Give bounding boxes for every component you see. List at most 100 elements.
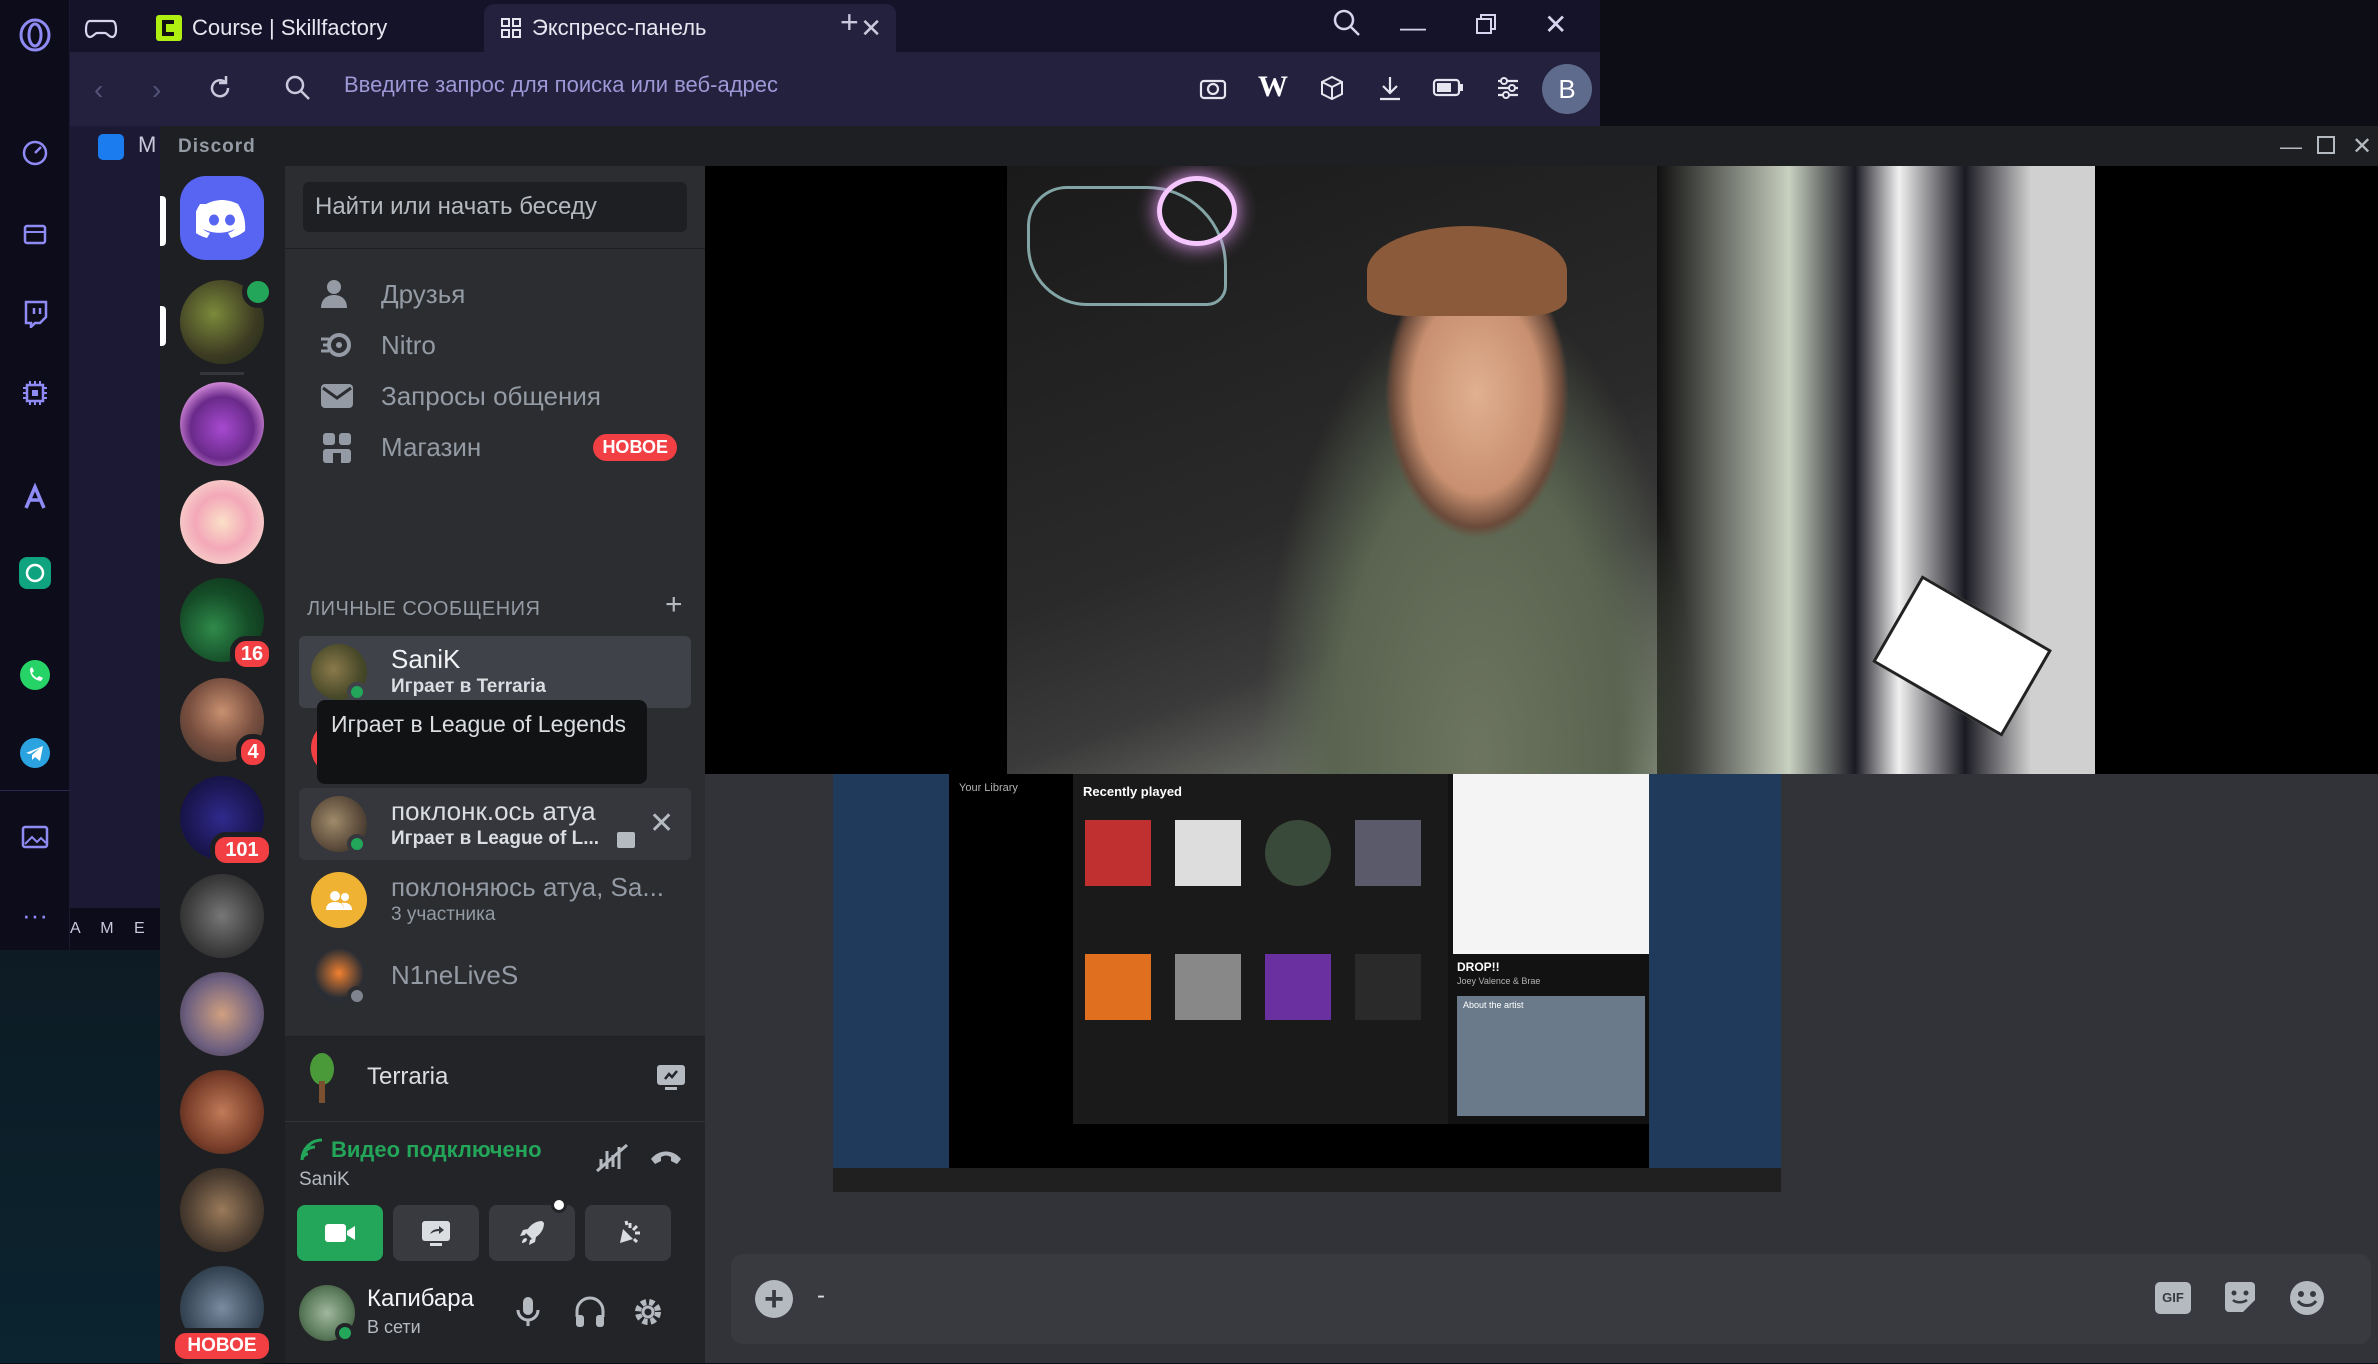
snapshot-icon[interactable] bbox=[1198, 74, 1228, 102]
restore-icon[interactable] bbox=[1474, 12, 1498, 36]
more-icon[interactable]: ··· bbox=[18, 898, 52, 932]
chatgpt-icon[interactable] bbox=[18, 556, 52, 590]
reload-icon[interactable] bbox=[206, 74, 234, 102]
now-playing-title: DROP!! bbox=[1457, 960, 1500, 974]
screen-share-icon bbox=[422, 1221, 450, 1246]
battery-saver-icon[interactable] bbox=[1432, 76, 1464, 100]
unread-badge: 16 bbox=[230, 636, 274, 672]
telegram-icon[interactable] bbox=[18, 736, 52, 770]
dm-item-sanik[interactable]: SaniK Играет в Terraria bbox=[299, 636, 691, 708]
disconnect-icon[interactable] bbox=[649, 1147, 683, 1167]
shared-desktop-icons bbox=[833, 774, 949, 1168]
new-badge: НОВОЕ bbox=[593, 433, 677, 461]
gamepad-icon[interactable] bbox=[84, 12, 118, 42]
maximize-icon[interactable] bbox=[2316, 135, 2336, 155]
voice-status[interactable]: Видео подключено bbox=[331, 1137, 542, 1163]
guild-avatar-10[interactable] bbox=[180, 1168, 264, 1252]
camera-button[interactable] bbox=[297, 1205, 383, 1261]
microphone-icon[interactable] bbox=[515, 1295, 541, 1329]
guild-avatar-2[interactable] bbox=[180, 382, 264, 466]
headphones-icon[interactable] bbox=[573, 1295, 607, 1329]
nav-shop[interactable]: Магазин НОВОЕ bbox=[299, 415, 691, 479]
discord-home-button[interactable] bbox=[180, 176, 264, 260]
close-dm-icon[interactable]: ✕ bbox=[649, 806, 674, 841]
stream-game-icon[interactable] bbox=[655, 1061, 687, 1093]
dm-name: поклоняюсь атуа, Sa... bbox=[391, 872, 665, 902]
browser-tab-bar: Course | Skillfactory ✕ Экспресс-панель … bbox=[70, 0, 1600, 52]
discord-logo-icon bbox=[196, 200, 246, 238]
dm-sidebar: Найти или начать беседу Друзья Nitro Зап… bbox=[285, 166, 705, 1363]
album-cover bbox=[1085, 954, 1151, 1020]
gif-picker-icon[interactable]: GIF bbox=[2155, 1282, 2191, 1314]
album-cover bbox=[1175, 820, 1241, 886]
album-cover bbox=[1355, 820, 1421, 886]
guild-avatar-8[interactable] bbox=[180, 972, 264, 1056]
crypto-wallet-icon[interactable] bbox=[18, 216, 52, 250]
group-avatar-icon bbox=[311, 872, 367, 928]
spotify-recently-played: Recently played bbox=[1083, 784, 1182, 799]
attach-plus-icon[interactable]: + bbox=[755, 1280, 793, 1318]
user-status: В сети bbox=[367, 1317, 421, 1337]
close-window-icon[interactable]: ✕ bbox=[1544, 8, 1567, 41]
whatsapp-icon[interactable] bbox=[18, 658, 52, 692]
guild-avatar-3[interactable] bbox=[180, 480, 264, 564]
connection-signal-icon[interactable] bbox=[299, 1137, 325, 1163]
player-icon[interactable] bbox=[18, 820, 52, 854]
online-status-icon bbox=[347, 682, 367, 702]
voice-channel[interactable]: SaniK bbox=[299, 1169, 350, 1191]
tab-express-panel[interactable]: Экспресс-панель ✕ bbox=[484, 4, 896, 52]
extensions-cube-icon[interactable] bbox=[1318, 74, 1346, 102]
gx-control-icon[interactable] bbox=[18, 376, 52, 410]
minimize-icon[interactable]: — bbox=[1400, 12, 1426, 43]
guild-avatar-9[interactable] bbox=[180, 1070, 264, 1154]
rail-divider bbox=[200, 372, 244, 375]
settings-gear-icon[interactable] bbox=[631, 1295, 665, 1329]
address-search-icon bbox=[284, 74, 312, 102]
close-window-icon[interactable]: ✕ bbox=[2352, 132, 2372, 161]
forward-icon[interactable]: › bbox=[152, 74, 161, 106]
guild-avatar-7[interactable] bbox=[180, 874, 264, 958]
friends-icon bbox=[315, 272, 359, 316]
opera-sidebar: ··· bbox=[0, 0, 70, 950]
close-tab-icon[interactable]: ✕ bbox=[860, 13, 882, 44]
soundboard-icon bbox=[620, 1220, 640, 1244]
message-composer: + - GIF bbox=[731, 1254, 2371, 1344]
download-icon[interactable] bbox=[1376, 74, 1404, 102]
nav-label: Друзья bbox=[381, 278, 466, 309]
emoji-picker-icon[interactable] bbox=[2287, 1278, 2327, 1318]
new-tab-icon[interactable]: + bbox=[840, 4, 859, 41]
shared-desktop-right bbox=[1649, 774, 1781, 1168]
messenger-icon[interactable] bbox=[98, 134, 124, 160]
tab-search-icon[interactable] bbox=[1332, 8, 1362, 38]
dm-name: поклонк.ось атуа bbox=[391, 796, 596, 826]
dm-search-input[interactable]: Найти или начать беседу bbox=[303, 182, 687, 232]
screen-share-tile[interactable]: Your Library Recently played DROP!! Joey… bbox=[833, 774, 1781, 1192]
opera-logo-icon[interactable] bbox=[18, 18, 52, 52]
now-playing-cover bbox=[1453, 774, 1649, 954]
profile-avatar[interactable]: B bbox=[1542, 64, 1592, 114]
webcam-video-tile[interactable] bbox=[1007, 166, 2095, 774]
dm-item-group[interactable]: поклонк.ось атуа Играет в League of L...… bbox=[299, 788, 691, 860]
dm-item-group-chat[interactable]: поклоняюсь атуа, Sa... 3 участника bbox=[299, 864, 691, 936]
create-dm-icon[interactable]: + bbox=[665, 588, 683, 622]
aria-icon[interactable] bbox=[18, 480, 52, 514]
offline-status-icon bbox=[347, 986, 367, 1006]
back-icon[interactable]: ‹ bbox=[94, 74, 103, 106]
wikipedia-icon[interactable]: W bbox=[1258, 70, 1288, 104]
screen-share-button[interactable] bbox=[393, 1205, 479, 1261]
noise-suppression-icon[interactable] bbox=[595, 1143, 629, 1173]
address-input[interactable]: Введите запрос для поиска или веб-адрес bbox=[344, 72, 778, 98]
twitch-icon[interactable] bbox=[18, 296, 52, 330]
soundboard-button[interactable] bbox=[585, 1205, 671, 1261]
nav-label: Магазин bbox=[381, 431, 482, 462]
sticker-picker-icon[interactable] bbox=[2221, 1278, 2259, 1316]
dm-item-ninelives[interactable]: N1neLiveS bbox=[299, 940, 691, 1012]
easy-setup-icon[interactable] bbox=[1494, 74, 1522, 102]
minimize-icon[interactable]: — bbox=[2280, 134, 2302, 160]
notification-dot bbox=[551, 1197, 567, 1213]
message-input[interactable]: - bbox=[817, 1282, 825, 1310]
speed-dial-icon[interactable] bbox=[18, 136, 52, 170]
discord-titlebar: Discord — ✕ bbox=[160, 126, 2378, 166]
neon-heart-icon bbox=[1157, 176, 1237, 246]
activities-button[interactable] bbox=[489, 1197, 575, 1261]
